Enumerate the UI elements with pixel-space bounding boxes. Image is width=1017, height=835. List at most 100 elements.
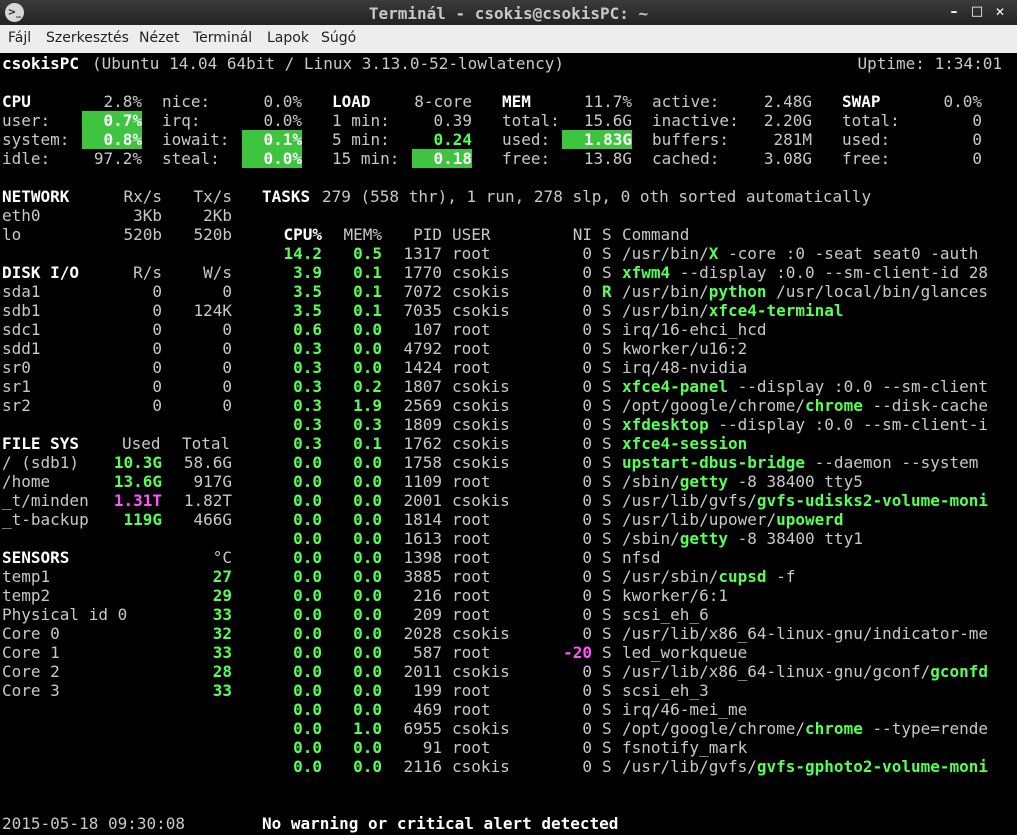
sensor-value: 32 (212, 624, 232, 643)
disk-name: sdd1 (2, 339, 41, 358)
minimize-button[interactable]: – (945, 3, 963, 21)
system-info: (Ubuntu 14.04 64bit / Linux 3.13.0-52-lo… (92, 54, 565, 73)
mem-inactive-value: 2.20G (763, 111, 812, 130)
proc-command: /usr/sbin/cupsd -f (622, 567, 1003, 586)
proc-state: S (602, 586, 612, 605)
proc-cpu: 3.5 (293, 282, 322, 301)
maximize-button[interactable]: □ (968, 3, 986, 21)
menu-file[interactable]: Fájl (8, 30, 31, 46)
proc-command: kworker/u16:2 (622, 339, 1003, 358)
mem-buffers-value: 281M (773, 130, 812, 149)
swap-total-value: 0 (972, 111, 982, 130)
cpu-iowait-value: 0.1% (242, 130, 302, 149)
sensor-value: 27 (212, 567, 232, 586)
menu-view[interactable]: Nézet (139, 30, 180, 46)
menu-edit[interactable]: Szerkesztés (46, 30, 129, 46)
menu-terminal[interactable]: Terminál (193, 30, 252, 46)
proc-ni: 0 (582, 415, 592, 434)
proc-cpu: 0.0 (293, 491, 322, 510)
proc-command-args: --daemon --system (805, 453, 979, 472)
menu-tabs[interactable]: Lapok (267, 30, 309, 46)
proc-command-path: /usr/lib/gvfs/ (622, 491, 757, 510)
proc-state: S (602, 320, 612, 339)
proc-command: scsi_eh_6 (622, 605, 1003, 624)
network-tx: 2Kb (203, 206, 232, 225)
filesys-used: 13.6G (113, 472, 162, 491)
proc-cpu: 3.5 (293, 301, 322, 320)
window-titlebar[interactable]: >_ Terminál - csokis@csokisPC: ~ – □ ✕ (0, 0, 1017, 25)
proc-command: nfsd (622, 548, 1003, 567)
network-title: NETWORK (2, 187, 70, 206)
proc-user: root (452, 567, 491, 586)
terminal-scrollbar[interactable] (1005, 55, 1017, 833)
proc-command-args: --display :0.0 --sm-client-i (708, 415, 989, 434)
proc-user: csokis (452, 624, 510, 643)
proc-command-path: scsi_eh_3 (622, 681, 709, 700)
proc-mem: 0.0 (353, 738, 382, 757)
proc-mem: 0.0 (353, 339, 382, 358)
disk-write: 0 (222, 320, 232, 339)
proc-mem: 0.0 (353, 605, 382, 624)
proc-command: /opt/google/chrome/chrome --disk-cache (622, 396, 1003, 415)
proc-ni: 0 (582, 263, 592, 282)
proc-command: xfwm4 --display :0.0 --sm-client-id 28 (622, 263, 1003, 282)
mem-active-label: active: (652, 92, 720, 111)
uptime: Uptime: 1:34:01 (857, 54, 1003, 73)
filesys-total: 917G (193, 472, 232, 491)
proc-command-args: --type=rende (862, 719, 989, 738)
disk-read: 0 (152, 377, 162, 396)
proc-state: S (602, 377, 612, 396)
proc-pid: 216 (413, 586, 442, 605)
proc-cpu: 0.3 (293, 434, 322, 453)
proc-command-name: gvfs-udisks2-volume-moni (756, 491, 989, 510)
proc-command-path: /usr/lib/upower/ (622, 510, 777, 529)
proc-command: kworker/6:1 (622, 586, 1003, 605)
proc-command: /opt/google/chrome/chrome --type=rende (622, 719, 1003, 738)
proc-mem: 0.0 (353, 491, 382, 510)
proc-pid: 1758 (403, 453, 442, 472)
disk-write: 0 (222, 377, 232, 396)
mem-used-value: 1.83G (562, 130, 632, 149)
proc-pid: 1807 (403, 377, 442, 396)
proc-ni: 0 (582, 453, 592, 472)
proc-pid: 1317 (403, 244, 442, 263)
proc-cpu: 0.0 (293, 567, 322, 586)
disk-name: sr1 (2, 377, 31, 396)
cpu-user-value: 0.7% (82, 111, 142, 130)
sensor-value: 33 (212, 605, 232, 624)
proc-user: root (452, 700, 491, 719)
proc-state: S (602, 301, 612, 320)
proc-mem: 0.3 (353, 415, 382, 434)
proc-command-name: xfce4-terminal (708, 301, 844, 320)
swap-total-label: total: (842, 111, 900, 130)
proc-state: S (602, 358, 612, 377)
proc-command: scsi_eh_3 (622, 681, 1003, 700)
proc-state: R (602, 282, 612, 301)
proc-ni: 0 (582, 529, 592, 548)
cpu-total: 2.8% (103, 92, 142, 111)
proc-user: root (452, 244, 491, 263)
proc-command-name: xfce4-session (622, 434, 748, 453)
proc-command-path: irq/48-nvidia (622, 358, 748, 377)
proc-mem: 0.0 (353, 472, 382, 491)
proc-ni: 0 (582, 662, 592, 681)
proc-state: S (602, 434, 612, 453)
mem-cached-value: 3.08G (763, 149, 812, 168)
proc-command-name: xfdesktop (622, 415, 709, 434)
proc-state: S (602, 453, 612, 472)
proc-mem: 0.0 (353, 453, 382, 472)
proc-cpu: 0.0 (293, 643, 322, 662)
proc-ni: 0 (582, 434, 592, 453)
proc-user: root (452, 358, 491, 377)
menu-help[interactable]: Súgó (321, 30, 356, 46)
proc-header-user: USER (452, 225, 491, 244)
proc-command: led_workqueue (622, 643, 1003, 662)
proc-cpu: 14.2 (283, 244, 322, 263)
proc-pid: 1109 (403, 472, 442, 491)
proc-command-path: irq/16-ehci_hcd (622, 320, 767, 339)
proc-mem: 0.0 (353, 510, 382, 529)
proc-pid: 91 (422, 738, 442, 757)
network-interface: eth0 (2, 206, 41, 225)
proc-ni: 0 (582, 700, 592, 719)
close-button[interactable]: ✕ (991, 3, 1009, 21)
